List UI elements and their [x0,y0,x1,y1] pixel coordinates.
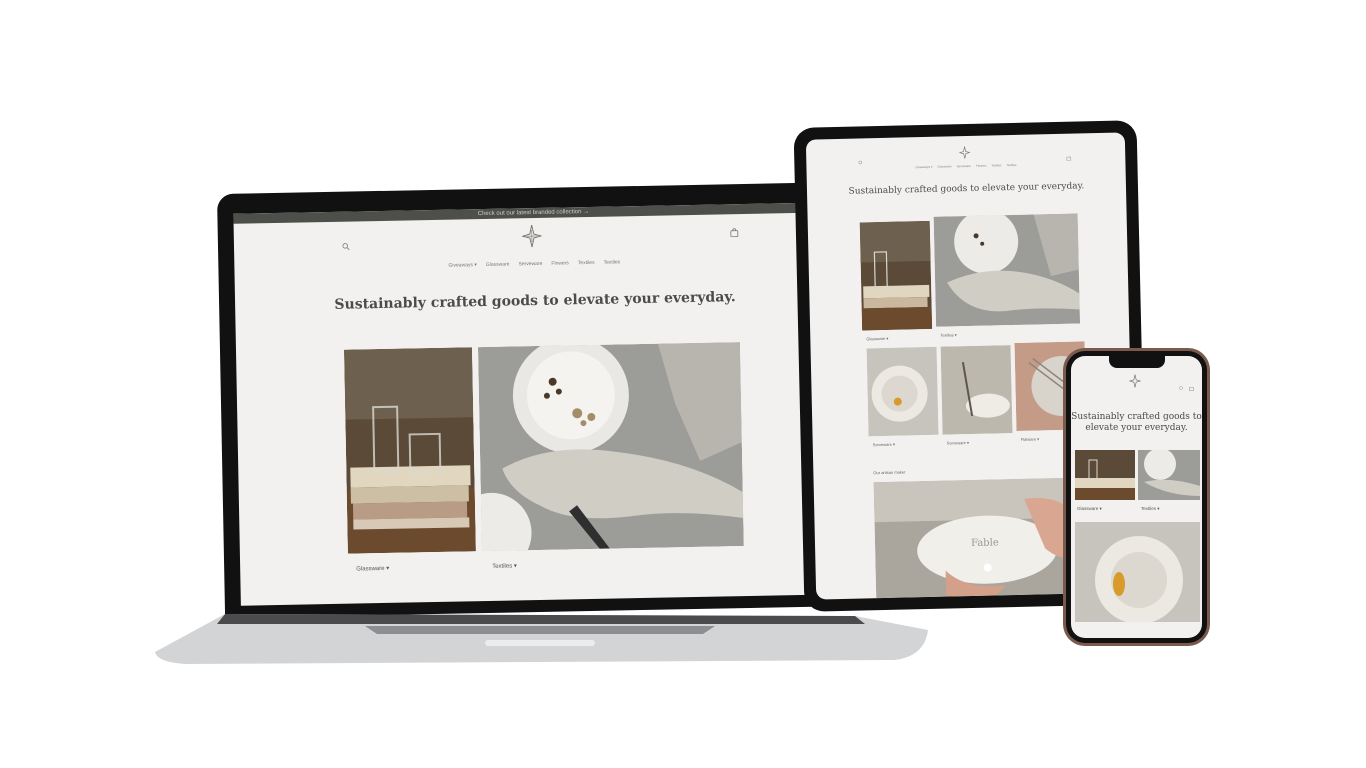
glassware-photo[interactable] [343,347,476,554]
nav-glassware[interactable]: Glassware [486,262,510,268]
nav-serveware[interactable]: Serveware [957,164,971,168]
announcement-text[interactable]: Check out our latest branded collection … [478,209,590,217]
nav-textiles[interactable]: Textiles [991,163,1001,167]
nav-flowers[interactable]: Flowers [976,164,987,168]
tile-caption-glassware[interactable]: Glassware ▾ [866,336,888,341]
bag-icon[interactable] [1189,378,1194,396]
hero-title: Sustainably crafted goods to elevate you… [334,289,736,313]
phone-notch [1109,356,1165,368]
hero-title: Sustainably crafted goods to elevate you… [848,181,1085,197]
nav-giveaways[interactable]: Giveaways ▾ [915,165,932,169]
leaf-star-logo[interactable] [521,224,543,253]
leaf-star-logo[interactable] [958,146,971,164]
tile-caption-serveware-2[interactable]: Serveware ▾ [947,440,969,446]
nav-textiles[interactable]: Textiles [578,260,595,266]
collection-tiles [343,342,744,554]
nav-serveware[interactable]: Serveware [518,261,542,267]
laptop-device: Check out our latest branded collection … [216,181,858,619]
site-header: Giveaways ▾ Glassware Serveware Flowers … [234,212,835,282]
tile-caption-glassware[interactable]: Glassware ▾ [356,565,389,573]
maker-video[interactable]: Fable [873,477,1087,599]
serveware-photo-2[interactable] [940,345,1013,435]
tile-caption-glassware[interactable]: Glassware ▾ [1077,506,1102,512]
nav-flowers[interactable]: Flowers [551,260,569,266]
laptop-base [155,614,928,664]
search-icon[interactable] [1179,378,1184,396]
phone-device: Sustainably crafted goods to elevate you… [1063,348,1210,646]
glassware-photo[interactable] [1075,450,1135,500]
leaf-star-logo[interactable] [1128,374,1142,393]
hero-title: Sustainably crafted goods to elevate you… [1071,412,1202,433]
bag-icon[interactable] [730,224,739,242]
laptop-screen: Check out our latest branded collection … [233,202,841,606]
textiles-photo[interactable] [1138,450,1200,500]
glassware-photo[interactable] [859,220,933,331]
section-label: Our artisan maker [873,469,906,476]
nav-textiles-2[interactable]: Textiles [1006,163,1016,167]
main-nav: Giveaways ▾ Glassware Serveware Flowers … [234,255,834,273]
phone-screen: Sustainably crafted goods to elevate you… [1071,356,1202,638]
tile-caption-textiles[interactable]: Textiles ▾ [1141,506,1160,512]
tile-caption-textiles[interactable]: Textiles ▾ [940,332,957,337]
nav-giveaways[interactable]: Giveaways ▾ [448,262,476,269]
textiles-photo[interactable] [477,342,744,552]
nav-textiles-2[interactable]: Textiles [604,259,621,265]
search-icon[interactable] [342,238,350,256]
serveware-photo[interactable] [866,346,939,437]
tile-caption-textiles[interactable]: Textiles ▾ [492,562,517,569]
textiles-photo[interactable] [933,213,1081,327]
tile-caption-serveware[interactable]: Serveware ▾ [873,442,895,448]
serveware-photo[interactable] [1075,522,1200,622]
nav-glassware[interactable]: Glassware [937,164,951,168]
tile-caption-flatware[interactable]: Flatware ▾ [1021,436,1040,441]
plate-text: Fable [971,537,999,549]
